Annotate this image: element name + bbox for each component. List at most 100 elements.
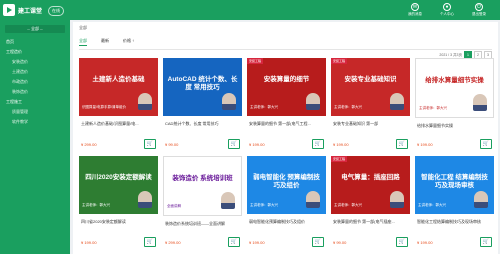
course-card[interactable]: 安装工程 电气算量：插座回路 主讲老师：郭大兴安装算量的细节 第一部(电气插座...…: [331, 156, 410, 250]
thumbnail-title: 装饰造价 系统培训班: [172, 175, 233, 182]
logout-button[interactable]: ⏻ 退出登录: [464, 3, 494, 17]
teacher-photo: [138, 93, 152, 110]
cart-icon[interactable]: 🛒: [312, 237, 324, 247]
cart-icon[interactable]: 🛒: [396, 237, 408, 247]
course-price: ¥ 299.00: [81, 142, 97, 147]
course-thumbnail[interactable]: AutoCAD 统计个数、长度 常用技巧: [163, 58, 242, 116]
category-badge: 安装工程: [331, 156, 348, 162]
sidebar-item[interactable]: 工程施工: [0, 97, 70, 107]
thumbnail-subtitle: 主讲老师：郭大兴: [334, 105, 362, 109]
course-card[interactable]: 安装工程 安装专业基础知识 主讲老师：郭大兴安装专业基础知识 第一部 ¥ 199.00…: [331, 58, 410, 152]
teacher-photo: [473, 94, 487, 111]
user-label: 个人中心: [440, 12, 454, 16]
teacher-photo: [221, 192, 235, 209]
teacher-photo: [306, 191, 320, 208]
cart-icon[interactable]: 🛒: [480, 237, 492, 247]
category-badge: 安装工程: [331, 58, 348, 64]
thumbnail-subtitle: 主讲老师：郭大兴: [418, 203, 446, 207]
main-content: 全部 全部 最新 价格 ↑ 2021 / 3 共3页 123 土建新人造价基础 识图算…: [73, 22, 498, 254]
divider: [79, 49, 492, 50]
course-thumbnail[interactable]: 智能化工程 结算编制技巧及现场审核主讲老师：郭大兴: [415, 156, 494, 214]
messages-button[interactable]: ✉ 我的消息: [400, 3, 430, 17]
sidebar-dropdown[interactable]: -- 全部 --: [5, 25, 65, 33]
teacher-photo: [138, 191, 152, 208]
course-card[interactable]: 智能化工程 结算编制技巧及现场审核主讲老师：郭大兴智能化工程结算编制技巧及现场审…: [415, 156, 494, 250]
sidebar-item[interactable]: 市政造价: [0, 77, 70, 87]
course-title[interactable]: 安装算量的细节 第一部(电气插座...: [333, 219, 408, 224]
thumbnail-subtitle: 主讲老师：郭大兴: [334, 203, 362, 207]
course-thumbnail[interactable]: 弱电智能化 预算编制技巧及组价 主讲老师：郭大兴: [247, 156, 326, 214]
cart-icon[interactable]: 🛒: [144, 237, 156, 247]
thumbnail-subtitle: 主讲老师：郭大兴: [419, 106, 447, 110]
course-thumbnail[interactable]: 给排水算量细节实操主讲老师：郭大兴: [415, 58, 494, 118]
cart-icon[interactable]: 🛒: [480, 139, 492, 149]
course-price: ¥ 199.00: [81, 240, 97, 245]
filter-bar: 全部 最新 价格 ↑: [79, 36, 134, 46]
course-title[interactable]: 装饰造价系统培训班——全面讲解: [165, 221, 240, 226]
course-thumbnail[interactable]: 土建新人造价基础识图算量/电算手算/清单组价: [79, 58, 158, 116]
sidebar-item[interactable]: 软件教学: [0, 117, 70, 127]
user-button[interactable]: ● 个人中心: [432, 3, 462, 17]
course-card[interactable]: 装饰造价 系统培训班全面讲解装饰造价系统培训班——全面讲解 ¥ 299.00 🛒: [163, 156, 242, 250]
course-title[interactable]: 智能化工程结算编制技巧及现场审核: [417, 219, 492, 224]
sidebar-item[interactable]: 土建造价: [0, 67, 70, 77]
brand-name: 建工课堂: [18, 9, 43, 15]
course-price: ¥ 99.00: [165, 142, 179, 147]
course-title[interactable]: 弱电智能化预算编制技巧及组价: [249, 219, 324, 224]
course-price: ¥ 299.00: [165, 240, 181, 245]
course-price: ¥ 199.00: [249, 240, 265, 245]
course-price: ¥ 99.00: [333, 240, 347, 245]
thumbnail-subtitle: 主讲老师：郭大兴: [250, 105, 278, 109]
sidebar-item[interactable]: 安装造价: [0, 57, 70, 67]
course-price: ¥ 199.00: [417, 142, 433, 147]
course-card[interactable]: 安装工程 安装算量的细节 主讲老师：郭大兴安装算量的细节 第一部(电气工程... ¥ …: [247, 58, 326, 152]
course-thumbnail[interactable]: 安装工程 安装专业基础知识 主讲老师：郭大兴: [331, 58, 410, 116]
cart-icon[interactable]: 🛒: [396, 139, 408, 149]
sidebar-item[interactable]: 质量管理: [0, 107, 70, 117]
logout-label: 退出登录: [472, 12, 486, 16]
cart-icon[interactable]: 🛒: [228, 237, 240, 247]
teacher-photo: [390, 93, 404, 110]
thumbnail-title: 弱电智能化 预算编制技巧及组价: [253, 174, 320, 189]
course-thumbnail[interactable]: 四川2020安装定额解读 主讲老师：郭大兴: [79, 156, 158, 214]
filter-tab[interactable]: 最新: [101, 36, 109, 46]
course-title[interactable]: 安装专业基础知识 第一部: [333, 121, 408, 126]
course-card[interactable]: 弱电智能化 预算编制技巧及组价 主讲老师：郭大兴弱电智能化预算编制技巧及组价 ¥ 1…: [247, 156, 326, 250]
sidebar-item[interactable]: 首页: [0, 37, 70, 47]
thumbnail-subtitle: 识图算量/电算手算/清单组价: [82, 105, 126, 109]
course-title[interactable]: CAD统计个数、长度 常用技巧: [165, 121, 240, 126]
thumbnail-title: 土建新人造价基础: [92, 76, 145, 83]
thumbnail-subtitle: 全面讲解: [167, 204, 181, 208]
breadcrumb: 全部: [79, 25, 87, 30]
thumbnail-title: 给排水算量细节实操: [425, 77, 484, 84]
course-title[interactable]: 安装算量的细节 第一部(电气工程...: [249, 121, 324, 126]
cart-icon[interactable]: 🛒: [228, 139, 240, 149]
teacher-photo: [474, 191, 488, 208]
course-thumbnail[interactable]: 安装工程 电气算量：插座回路 主讲老师：郭大兴: [331, 156, 410, 214]
sidebar-item[interactable]: 工程造价: [0, 47, 70, 57]
filter-tab[interactable]: 全部: [79, 36, 87, 46]
course-price: ¥ 199.00: [333, 142, 349, 147]
thumbnail-title: AutoCAD 统计个数、长度 常用技巧: [167, 76, 238, 91]
course-card[interactable]: AutoCAD 统计个数、长度 常用技巧 CAD统计个数、长度 常用技巧 ¥ 99.…: [163, 58, 242, 152]
course-card[interactable]: 土建新人造价基础识图算量/电算手算/清单组价土建新人造价基础/识图算量/电...…: [79, 58, 158, 152]
top-bar: 建工课堂 在线 ✉ 我的消息 ● 个人中心 ⏻ 退出登录: [0, 0, 500, 20]
course-card[interactable]: 给排水算量细节实操 主讲老师：郭大兴 给排水算量细节实操 ¥ 199.00 🛒: [415, 58, 494, 152]
course-price: ¥ 199.00: [249, 142, 265, 147]
thumbnail-title: 智能化工程 结算编制技巧及现场审核: [421, 174, 488, 189]
sidebar: -- 全部 -- 首页 工程造价 安装造价 土建造价 市政造价 装饰造价 工程施工 质量管理软…: [0, 20, 70, 254]
course-title[interactable]: 四川省2020安装定额解读: [81, 219, 156, 224]
mode-select[interactable]: 在线: [48, 6, 64, 16]
course-thumbnail[interactable]: 安装工程 安装算量的细节 主讲老师：郭大兴: [247, 58, 326, 116]
course-title[interactable]: 给排水算量细节实操: [417, 123, 492, 128]
filter-tab[interactable]: 价格 ↑: [123, 36, 134, 46]
logo-icon: [3, 4, 15, 16]
course-title[interactable]: 土建新人造价基础/识图算量/电...: [81, 121, 156, 126]
message-icon: ✉: [411, 3, 419, 11]
sidebar-item[interactable]: 装饰造价: [0, 87, 70, 97]
cart-icon[interactable]: 🛒: [312, 139, 324, 149]
course-card[interactable]: 四川2020安装定额解读 主讲老师：郭大兴四川省2020安装定额解读 ¥ 199.0…: [79, 156, 158, 250]
course-price: ¥ 199.00: [417, 240, 433, 245]
course-thumbnail[interactable]: 装饰造价 系统培训班全面讲解: [163, 156, 242, 216]
cart-icon[interactable]: 🛒: [144, 139, 156, 149]
